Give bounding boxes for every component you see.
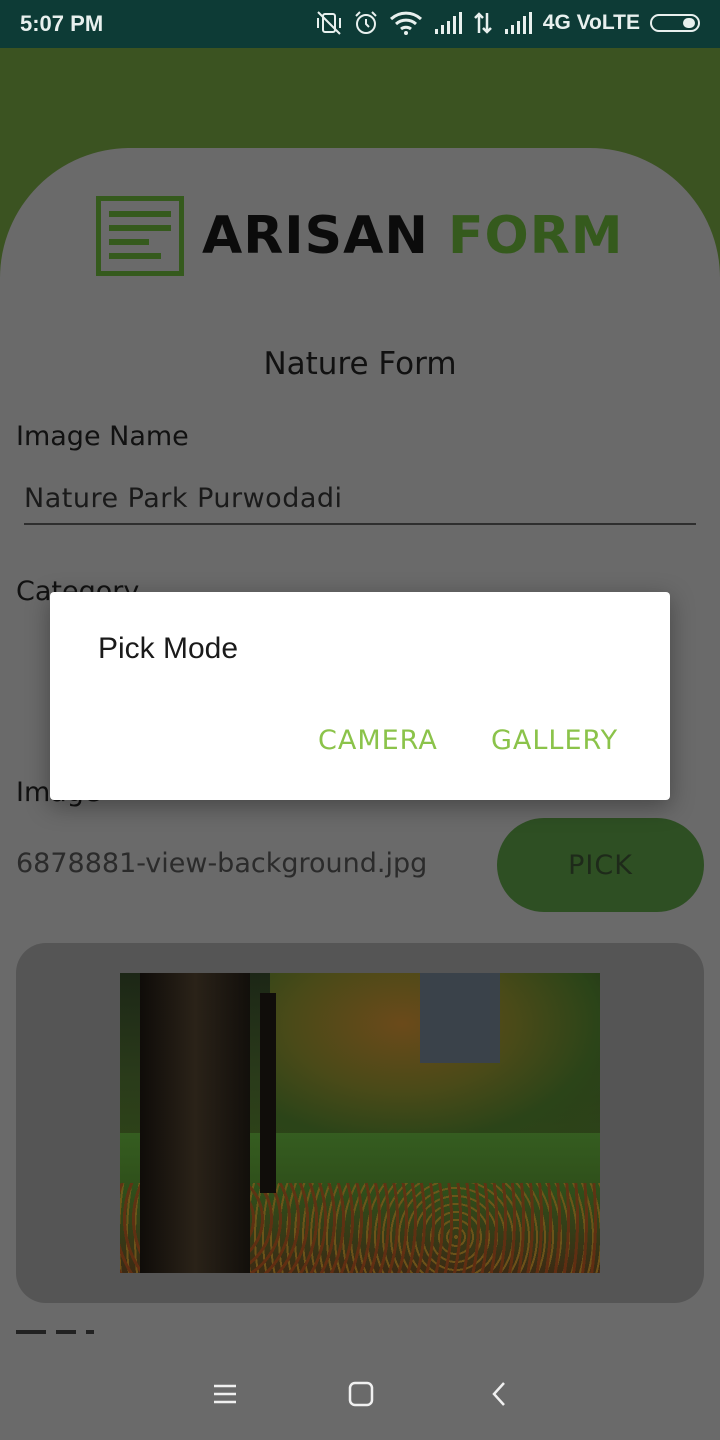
back-icon[interactable] (479, 1374, 519, 1414)
status-icons: 4G VoLTE (315, 10, 700, 36)
status-bar: 5:07 PM 4G VoLTE (0, 0, 720, 48)
image-name-label: Image Name (16, 421, 189, 452)
network-type: 4G VoLTE (542, 11, 640, 34)
app-logo: ARISAN FORM (96, 196, 623, 276)
home-icon[interactable] (341, 1374, 381, 1414)
data-arrows-icon (473, 12, 492, 34)
pick-button[interactable]: PICK (497, 818, 704, 912)
image-name-input[interactable]: Nature Park Purwodadi (24, 483, 696, 525)
menu-icon[interactable] (205, 1374, 245, 1414)
logo-word-arisan: ARISAN (202, 206, 429, 266)
gallery-button[interactable]: GALLERY (491, 725, 618, 756)
dialog-title: Pick Mode (98, 632, 239, 665)
mute-vibrate-icon (316, 11, 341, 35)
status-time: 5:07 PM (20, 11, 104, 36)
image-filename: 6878881-view-background.jpg (16, 848, 428, 879)
form-document-icon (96, 196, 184, 276)
battery-icon (650, 14, 700, 32)
image-preview (120, 973, 600, 1273)
camera-button[interactable]: CAMERA (318, 725, 438, 756)
alarm-icon (355, 11, 377, 34)
signal-icon (504, 12, 532, 34)
navigation-bar (0, 1344, 720, 1440)
logo-word-form: FORM (447, 206, 624, 266)
logo-text: ARISAN FORM (202, 206, 623, 266)
wifi-icon (389, 11, 422, 35)
pick-mode-dialog: Pick Mode CAMERA GALLERY (50, 592, 670, 800)
signal-icon (434, 12, 462, 34)
page-title: Nature Form (263, 346, 457, 382)
